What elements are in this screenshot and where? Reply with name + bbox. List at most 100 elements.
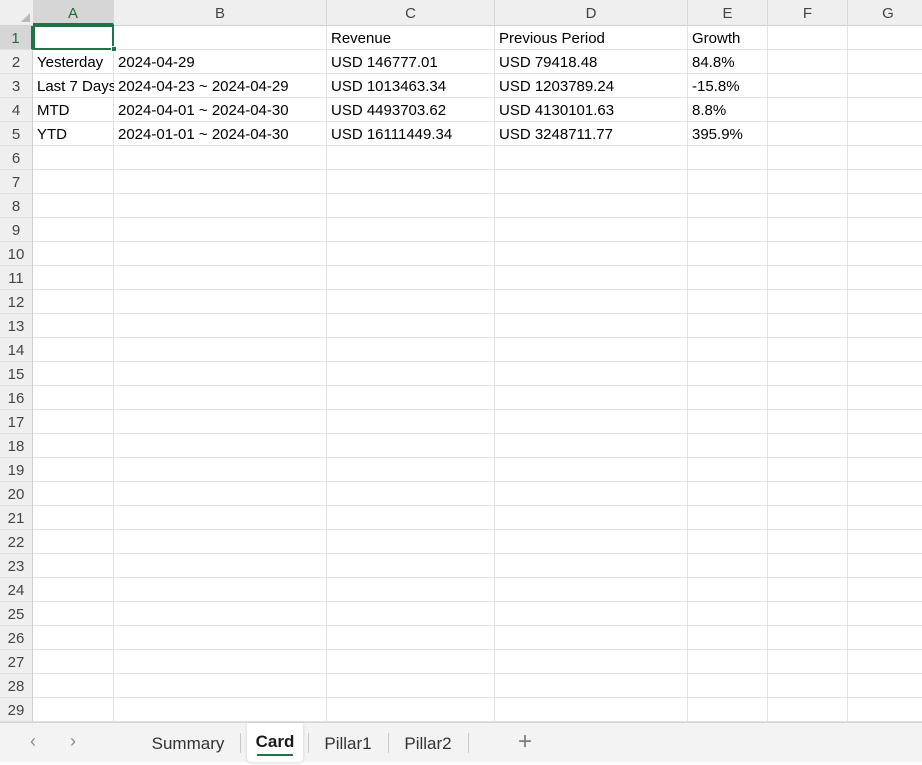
row-header-21[interactable]: 21 [0,506,33,530]
row-gridline [33,577,922,578]
cell-d2[interactable]: USD 79418.48 [495,50,688,74]
tab-separator [468,733,469,753]
column-header-a[interactable]: A [33,0,114,25]
cell-b3[interactable]: 2024-04-23 ~ 2024-04-29 [114,74,327,98]
cell-b4[interactable]: 2024-04-01 ~ 2024-04-30 [114,98,327,122]
column-header-d[interactable]: D [495,0,688,25]
row-header-15[interactable]: 15 [0,362,33,386]
previous-sheet-icon[interactable]: ‹ [30,731,36,752]
cell-a5[interactable]: YTD [33,122,114,146]
row-gridline [33,169,922,170]
row-gridline [33,481,922,482]
tab-card-label: Card [255,732,295,751]
cell-c3[interactable]: USD 1013463.34 [327,74,495,98]
cell-e5[interactable]: 395.9% [688,122,768,146]
column-header-c[interactable]: C [327,0,495,25]
active-cell-selection[interactable] [33,25,114,50]
row-header-16[interactable]: 16 [0,386,33,410]
cell-c5[interactable]: USD 16111449.34 [327,122,495,146]
tab-separator [388,733,389,753]
cell-e4[interactable]: 8.8% [688,98,768,122]
cell-d4[interactable]: USD 4130101.63 [495,98,688,122]
row-header-8[interactable]: 8 [0,194,33,218]
row-gridline [33,385,922,386]
cell-c1[interactable]: Revenue [327,26,495,50]
row-header-6[interactable]: 6 [0,146,33,170]
next-sheet-icon[interactable]: › [70,731,76,752]
row-header-14[interactable]: 14 [0,338,33,362]
select-all-triangle-icon [21,13,30,22]
row-header-25[interactable]: 25 [0,602,33,626]
row-gridline [33,529,922,530]
row-header-7[interactable]: 7 [0,170,33,194]
column-header-f[interactable]: F [768,0,848,25]
row-gridline [33,553,922,554]
row-header-17[interactable]: 17 [0,410,33,434]
row-gridline [33,601,922,602]
cell-e2[interactable]: 84.8% [688,50,768,74]
active-tab-underline [257,754,293,756]
cell-c2[interactable]: USD 146777.01 [327,50,495,74]
column-header-row: A B C D E F G [0,0,922,26]
tab-separator [308,733,309,753]
row-header-11[interactable]: 11 [0,266,33,290]
column-header-g[interactable]: G [848,0,922,25]
cell-d1[interactable]: Previous Period [495,26,688,50]
cell-c4[interactable]: USD 4493703.62 [327,98,495,122]
row-header-29[interactable]: 29 [0,698,33,722]
spreadsheet-grid[interactable]: A B C D E F G 1 2 3 4 5 6 7 8 9 10 11 12 13 14 15 16 17 1… [0,0,922,722]
row-header-2[interactable]: 2 [0,50,33,74]
row-header-13[interactable]: 13 [0,314,33,338]
row-header-3[interactable]: 3 [0,74,33,98]
cell-a4[interactable]: MTD [33,98,114,122]
column-header-b[interactable]: B [114,0,327,25]
cell-d3[interactable]: USD 1203789.24 [495,74,688,98]
row-header-24[interactable]: 24 [0,578,33,602]
fill-handle[interactable] [111,46,117,52]
row-gridline [33,217,922,218]
row-header-4[interactable]: 4 [0,98,33,122]
tab-pillar1[interactable]: Pillar1 [312,723,384,762]
sheet-tab-bar: ‹ › Summary Card Pillar1 Pillar2 + [0,722,922,762]
row-header-28[interactable]: 28 [0,674,33,698]
row-gridline [33,409,922,410]
column-header-e[interactable]: E [688,0,768,25]
cell-d5[interactable]: USD 3248711.77 [495,122,688,146]
tab-card[interactable]: Card [247,723,303,762]
row-header-18[interactable]: 18 [0,434,33,458]
tab-summary[interactable]: Summary [140,723,236,762]
row-header-22[interactable]: 22 [0,530,33,554]
row-header-10[interactable]: 10 [0,242,33,266]
row-header-12[interactable]: 12 [0,290,33,314]
add-sheet-icon[interactable]: + [518,729,532,755]
cell-b2[interactable]: 2024-04-29 [114,50,327,74]
cell-b5[interactable]: 2024-01-01 ~ 2024-04-30 [114,122,327,146]
row-gridline [33,649,922,650]
row-gridline [33,673,922,674]
row-gridline [33,361,922,362]
cell-a3[interactable]: Last 7 Days [33,74,114,98]
row-gridline [33,505,922,506]
row-header-1[interactable]: 1 [0,26,33,50]
row-header-20[interactable]: 20 [0,482,33,506]
row-header-26[interactable]: 26 [0,626,33,650]
row-gridline [33,265,922,266]
row-gridline [33,433,922,434]
row-header-27[interactable]: 27 [0,650,33,674]
row-header-5[interactable]: 5 [0,122,33,146]
row-header-19[interactable]: 19 [0,458,33,482]
tab-separator [240,733,241,753]
cell-e3[interactable]: -15.8% [688,74,768,98]
row-header-23[interactable]: 23 [0,554,33,578]
row-gridline [33,337,922,338]
tab-pillar2[interactable]: Pillar2 [392,723,464,762]
row-gridline [33,697,922,698]
row-gridline [33,625,922,626]
select-all-corner[interactable] [0,0,34,25]
row-header-9[interactable]: 9 [0,218,33,242]
cell-a2[interactable]: Yesterday [33,50,114,74]
cell-e1[interactable]: Growth [688,26,768,50]
row-gridline [33,313,922,314]
row-gridline [33,193,922,194]
row-gridline [33,241,922,242]
